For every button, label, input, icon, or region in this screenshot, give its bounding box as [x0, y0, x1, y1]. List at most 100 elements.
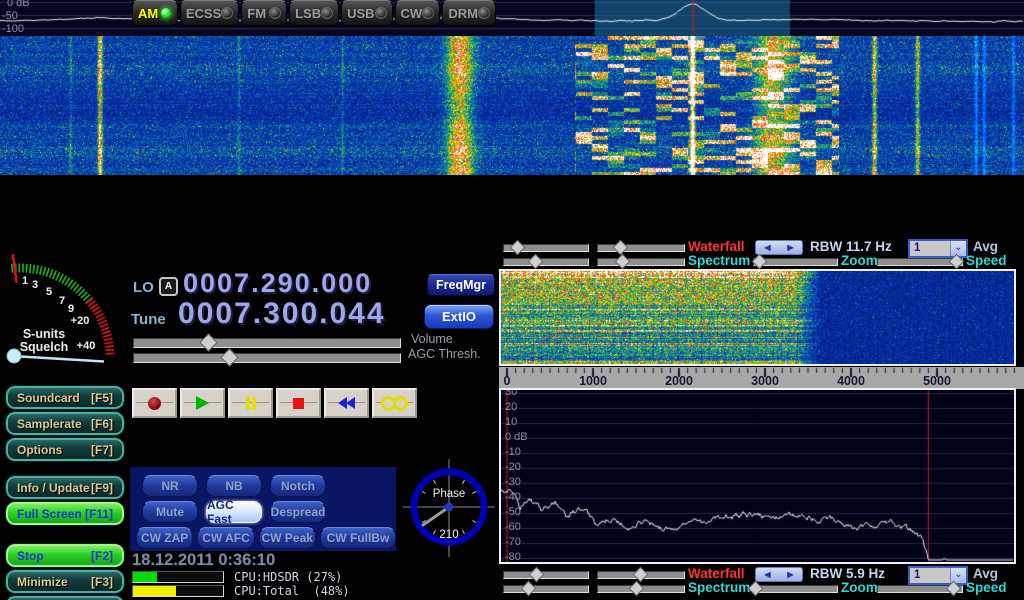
- mode-button-fm[interactable]: FM: [241, 0, 287, 26]
- waterfall-tab-top[interactable]: Waterfall: [688, 239, 745, 254]
- db-scale-label: -10: [505, 446, 521, 458]
- audio-frequency-scale[interactable]: 010002000300040005000: [499, 366, 1024, 389]
- pause-icon: [246, 397, 256, 410]
- smeter-tick-label: +20: [71, 315, 90, 327]
- dsp-nb-button[interactable]: NB: [206, 475, 262, 497]
- dropdown-arrow-icon[interactable]: ⌄: [950, 241, 966, 256]
- mode-button-lsb[interactable]: LSB: [289, 0, 339, 26]
- mode-led-icon: [375, 7, 387, 19]
- button-label: Minimize: [17, 575, 68, 589]
- dsp-cw-peak-button[interactable]: CW Peak: [259, 527, 316, 549]
- lo-frequency[interactable]: 0007.290.000: [183, 268, 372, 299]
- audio-spectrum[interactable]: [501, 390, 1014, 562]
- smeter-tick-label: 1: [22, 275, 28, 287]
- db-scale-label: 0 dB: [505, 431, 528, 443]
- volume-slider[interactable]: [133, 335, 401, 350]
- rbw-stepper-bottom[interactable]: ◀▶: [755, 567, 803, 582]
- spectrum-max-slider[interactable]: [597, 255, 685, 268]
- avg-dropdown-value: 1: [910, 241, 950, 256]
- waterfall-contrast-slider-bottom[interactable]: [597, 568, 685, 581]
- stop-button[interactable]: Stop[F2]: [6, 544, 124, 567]
- audio-spectrum-panel[interactable]: 3020100 dB-10-20-30-40-50-60-70-80: [499, 388, 1016, 564]
- tune-frequency[interactable]: 0007.300.044: [178, 297, 386, 331]
- dsp-notch-button[interactable]: Notch: [270, 475, 326, 497]
- play-button[interactable]: [180, 388, 225, 418]
- waterfall-brightness-slider[interactable]: [503, 241, 589, 254]
- mode-label: ECSS: [186, 6, 221, 21]
- dsp-nr-button[interactable]: NR: [142, 475, 198, 497]
- freqmgr-button[interactable]: FreqMgr: [427, 274, 495, 296]
- waterfall-contrast-slider[interactable]: [597, 241, 685, 254]
- zoom-slider-bottom[interactable]: [753, 582, 838, 595]
- rewind-button[interactable]: [324, 388, 369, 418]
- db-scale-label: -50: [2, 10, 18, 22]
- samplerate-button[interactable]: Samplerate[F6]: [6, 412, 124, 435]
- full-screen-button[interactable]: Full Screen[F11]: [6, 502, 124, 525]
- arrow-right-icon[interactable]: ▶: [787, 243, 793, 252]
- phase-dial[interactable]: Phase 210: [401, 455, 497, 567]
- dsp-cw-afc-button[interactable]: CW AFC: [197, 527, 254, 549]
- zoom-slider-top[interactable]: [753, 255, 838, 268]
- phase-tick: [472, 521, 475, 523]
- spectrum-min-slider-bottom[interactable]: [503, 582, 589, 595]
- waterfall-tab-bottom[interactable]: Waterfall: [688, 566, 745, 581]
- spectrum-min-slider[interactable]: [503, 255, 589, 268]
- db-scale-label: -60: [505, 521, 521, 533]
- mode-button-usb[interactable]: USB: [341, 0, 392, 26]
- mode-button-drm[interactable]: DRM: [442, 0, 496, 26]
- s-meter[interactable]: 13579+20+40 S-units Squelch: [0, 238, 130, 378]
- cpu-bar: [132, 571, 224, 583]
- speed-label-bottom: Speed: [966, 580, 1007, 595]
- db-scale-label: -50: [505, 506, 521, 518]
- mode-led-icon: [160, 7, 172, 19]
- pause-button[interactable]: [228, 388, 273, 418]
- extio-button[interactable]: ExtIO: [424, 304, 494, 329]
- button-hotkey: [F7]: [91, 443, 113, 457]
- mode-button-am[interactable]: AM: [132, 0, 178, 26]
- info-update-button[interactable]: Info / Update[F9]: [6, 476, 124, 499]
- button-label: Stop: [17, 549, 44, 563]
- rbw-stepper-top[interactable]: ◀▶: [755, 240, 803, 255]
- agc-slider-thumb[interactable]: [221, 348, 239, 366]
- arrow-left-icon[interactable]: ◀: [764, 570, 770, 579]
- record-button[interactable]: [132, 388, 177, 418]
- db-scale-label: -80: [505, 551, 521, 563]
- audio-waterfall[interactable]: [501, 271, 1014, 364]
- spectrum-tab-bottom[interactable]: Spectrum: [688, 580, 750, 595]
- speed-slider-bottom[interactable]: [877, 582, 963, 595]
- mode-led-icon: [269, 7, 281, 19]
- squelch-needle[interactable]: [12, 356, 104, 362]
- speed-slider-top[interactable]: [877, 255, 963, 268]
- dsp-agc-fast-button[interactable]: AGC Fast: [206, 501, 262, 523]
- phase-tick: [434, 530, 436, 533]
- loop-button[interactable]: [372, 388, 417, 418]
- dsp-cw-zap-button[interactable]: CW ZAP: [136, 527, 193, 549]
- dsp-mute-button[interactable]: Mute: [142, 501, 198, 523]
- exit-button[interactable]: Exit[F4]: [6, 596, 124, 600]
- agc-slider-track: [133, 353, 401, 363]
- dsp-cw-fullbw-button[interactable]: CW FullBw: [320, 527, 396, 549]
- mode-button-ecss[interactable]: ECSS: [180, 0, 239, 26]
- rbw-value-bottom: RBW 5.9 Hz: [810, 566, 885, 581]
- squelch-knob[interactable]: [7, 349, 21, 363]
- audio-waterfall-panel[interactable]: [499, 269, 1016, 366]
- waterfall-brightness-slider-bottom[interactable]: [503, 568, 589, 581]
- mode-led-icon: [221, 7, 233, 19]
- volume-slider-thumb[interactable]: [199, 333, 217, 351]
- arrow-right-icon[interactable]: ▶: [787, 570, 793, 579]
- smeter-units-label: S-units: [23, 327, 65, 341]
- button-hotkey: [F5]: [91, 391, 113, 405]
- avg-label-top: Avg: [973, 239, 998, 254]
- agc-threshold-slider[interactable]: [133, 350, 401, 365]
- stop-button[interactable]: [276, 388, 321, 418]
- dsp-despread-button[interactable]: Despread: [270, 501, 326, 523]
- spectrum-max-slider-bottom[interactable]: [597, 582, 685, 595]
- soundcard-button[interactable]: Soundcard[F5]: [6, 386, 124, 409]
- mode-button-cw[interactable]: CW: [395, 0, 441, 26]
- options-button[interactable]: Options[F7]: [6, 438, 124, 461]
- lo-agc-badge[interactable]: A: [159, 277, 178, 296]
- spectrum-tab-top[interactable]: Spectrum: [688, 253, 750, 268]
- minimize-button[interactable]: Minimize[F3]: [6, 570, 124, 593]
- arrow-left-icon[interactable]: ◀: [764, 243, 770, 252]
- button-label: Info / Update: [17, 481, 90, 495]
